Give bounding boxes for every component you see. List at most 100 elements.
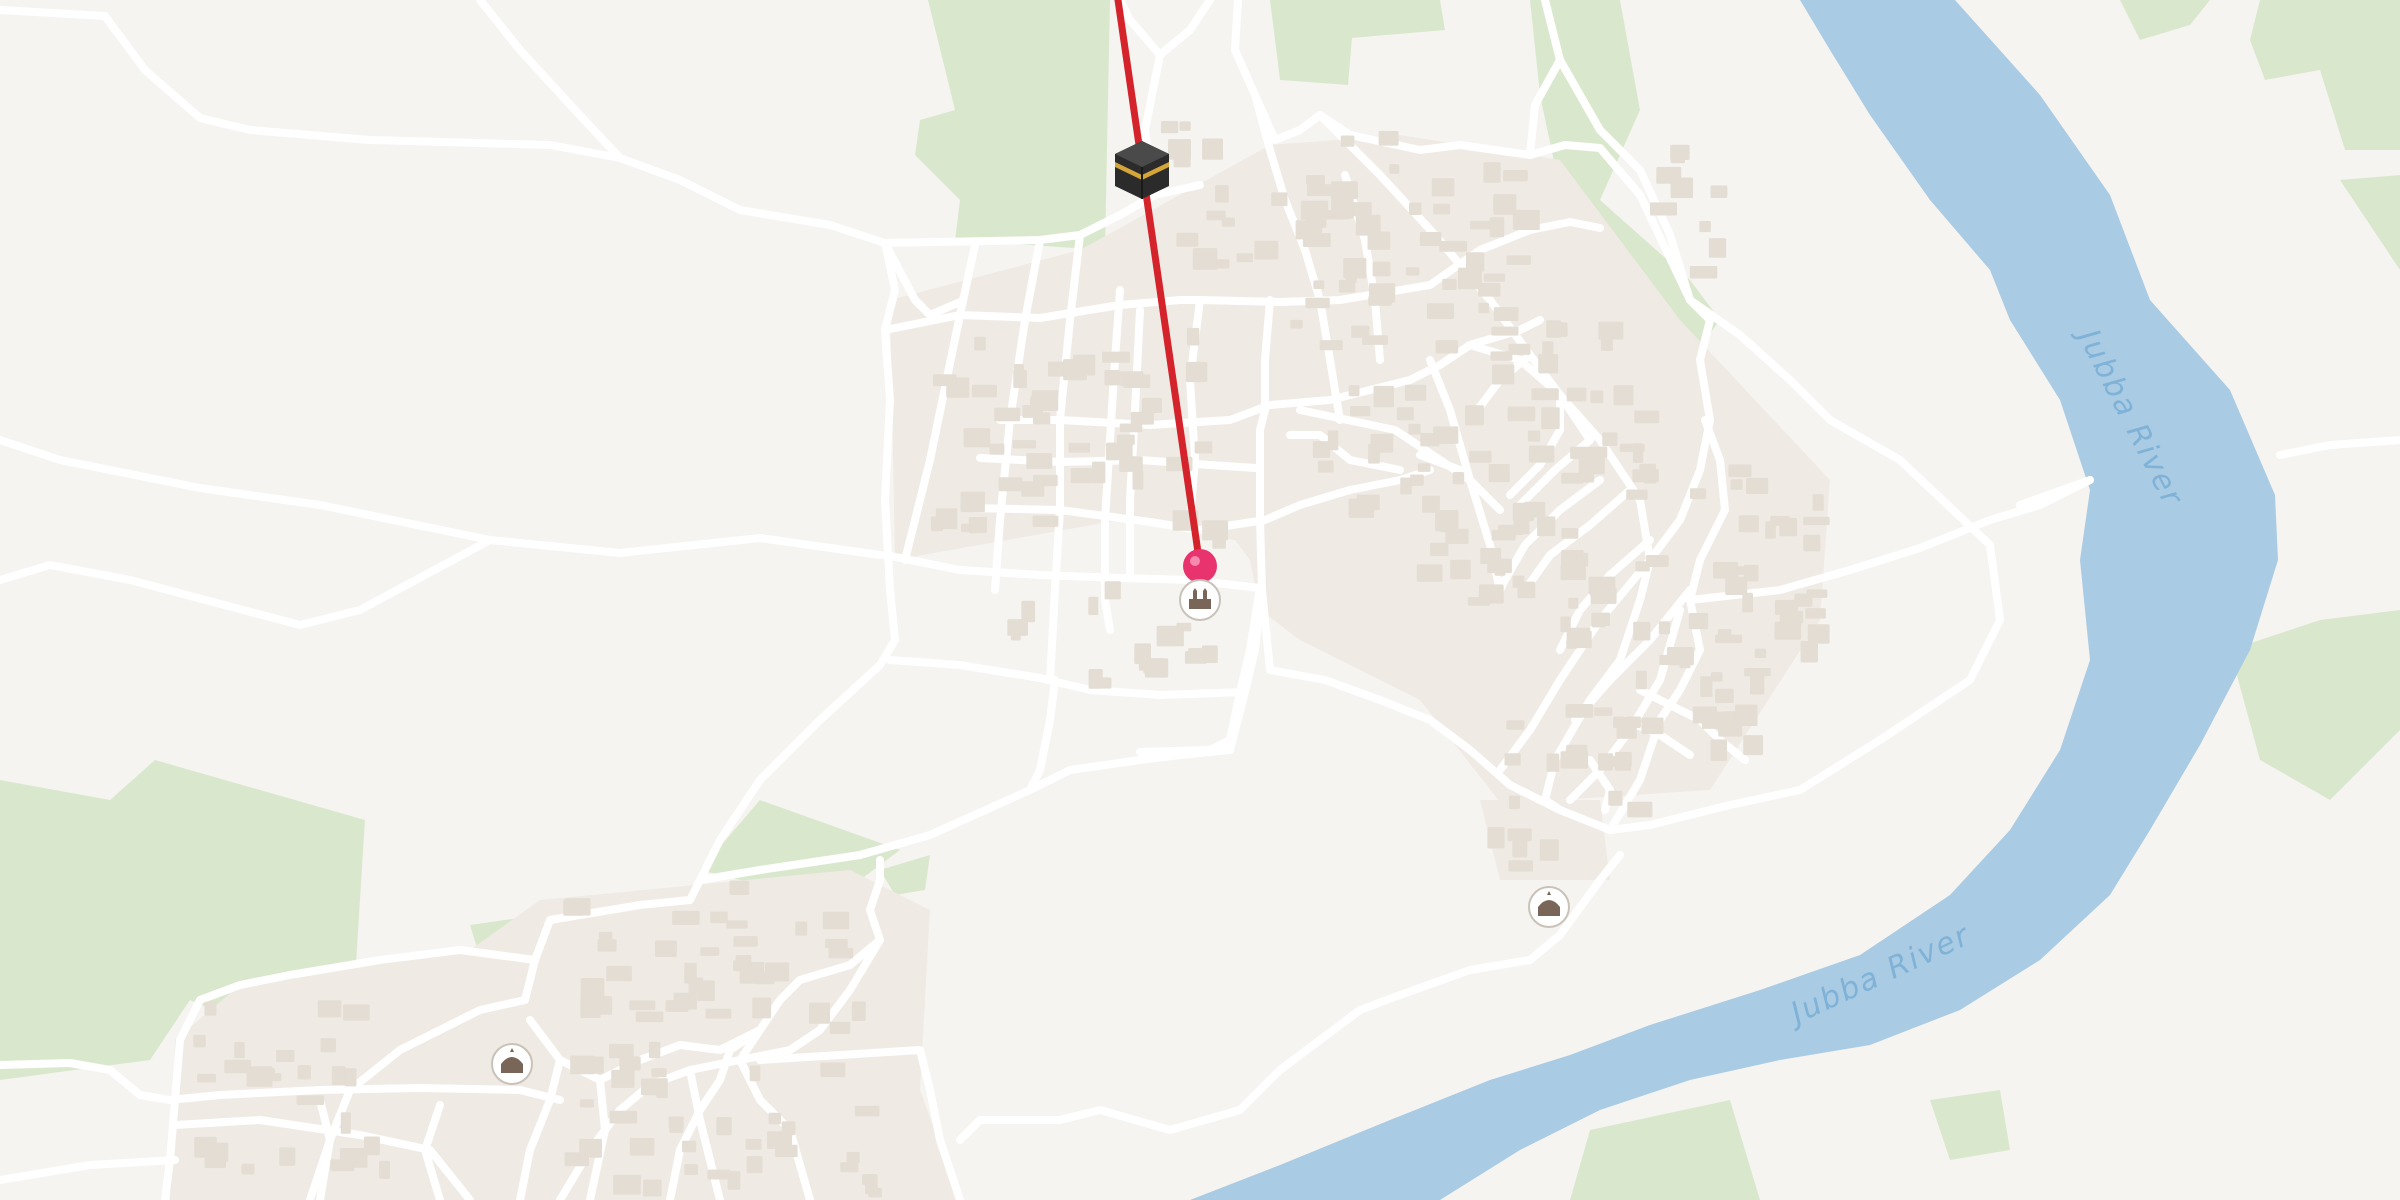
building: [1022, 405, 1043, 418]
building: [1156, 625, 1184, 647]
building: [320, 1038, 336, 1053]
building: [1130, 411, 1154, 425]
building: [1805, 608, 1826, 619]
building: [1317, 460, 1334, 473]
building: [1416, 564, 1443, 582]
building: [1561, 472, 1584, 484]
building: [1290, 319, 1303, 329]
building: [665, 1000, 689, 1012]
building: [1627, 801, 1653, 818]
building: [752, 997, 772, 1019]
building: [606, 965, 632, 982]
building: [1373, 385, 1394, 408]
building: [1754, 648, 1767, 658]
building: [1507, 406, 1536, 422]
building: [1295, 220, 1323, 240]
building: [1591, 612, 1610, 626]
building: [1467, 597, 1491, 606]
map-canvas[interactable]: Jubba River Jubba River: [0, 0, 2400, 1200]
building: [1471, 408, 1484, 418]
building: [1108, 371, 1120, 380]
building: [1527, 430, 1541, 442]
building: [1119, 423, 1143, 433]
building: [749, 1065, 761, 1082]
building: [1405, 267, 1420, 276]
building: [1179, 121, 1191, 131]
building: [1670, 144, 1690, 160]
building: [1176, 232, 1199, 247]
building: [1613, 716, 1641, 728]
building: [1542, 341, 1554, 359]
building: [1592, 446, 1608, 458]
building: [746, 1156, 763, 1174]
building: [339, 1148, 368, 1168]
building: [1185, 361, 1208, 383]
building: [651, 1068, 667, 1078]
building: [1089, 668, 1101, 685]
building: [317, 1000, 342, 1018]
building: [733, 960, 750, 972]
building: [1635, 670, 1647, 690]
building: [1560, 564, 1586, 581]
building: [1774, 621, 1802, 640]
building: [1658, 621, 1670, 635]
building: [935, 508, 958, 530]
building: [932, 374, 957, 387]
building: [684, 962, 697, 984]
building: [1409, 202, 1422, 215]
building: [682, 1140, 697, 1153]
building: [1728, 464, 1752, 478]
building: [1236, 253, 1253, 263]
building: [1489, 217, 1505, 238]
building: [1626, 489, 1648, 500]
building: [1439, 240, 1468, 252]
building: [1560, 751, 1589, 769]
building: [1141, 397, 1162, 413]
building: [611, 1069, 635, 1088]
building: [1641, 717, 1664, 735]
building: [961, 523, 980, 533]
building: [1512, 837, 1528, 858]
building: [297, 1065, 311, 1080]
building: [1488, 464, 1510, 483]
building: [726, 920, 748, 929]
building: [1422, 495, 1440, 513]
building: [974, 336, 986, 351]
building: [340, 1112, 351, 1134]
mosque-icon[interactable]: [1179, 579, 1221, 621]
building: [795, 921, 808, 936]
building: [989, 443, 1005, 455]
mosque-icon[interactable]: [491, 1043, 533, 1085]
building: [1327, 430, 1339, 451]
building: [1600, 334, 1613, 351]
building: [729, 880, 750, 895]
building: [1389, 164, 1400, 174]
building: [1735, 704, 1758, 726]
building: [716, 1117, 732, 1136]
building: [1070, 468, 1093, 484]
building: [1711, 672, 1723, 682]
building: [563, 899, 584, 916]
building: [1352, 202, 1372, 217]
building: [1068, 442, 1091, 453]
building: [1590, 390, 1604, 404]
building: [829, 1021, 851, 1034]
building: [1800, 641, 1818, 663]
building: [1730, 479, 1743, 490]
building: [1106, 442, 1133, 461]
building: [1746, 477, 1769, 494]
building: [1194, 441, 1213, 454]
building: [1442, 278, 1457, 290]
building: [672, 910, 700, 925]
building: [276, 1049, 295, 1063]
building: [1594, 707, 1613, 716]
building: [1305, 297, 1330, 309]
building: [1367, 231, 1391, 250]
building: [1613, 385, 1634, 406]
building: [1700, 676, 1713, 697]
building: [1738, 515, 1759, 533]
building: [1120, 371, 1144, 387]
mosque-icon[interactable]: [1528, 886, 1570, 928]
building: [1350, 406, 1371, 417]
building: [1715, 688, 1734, 703]
